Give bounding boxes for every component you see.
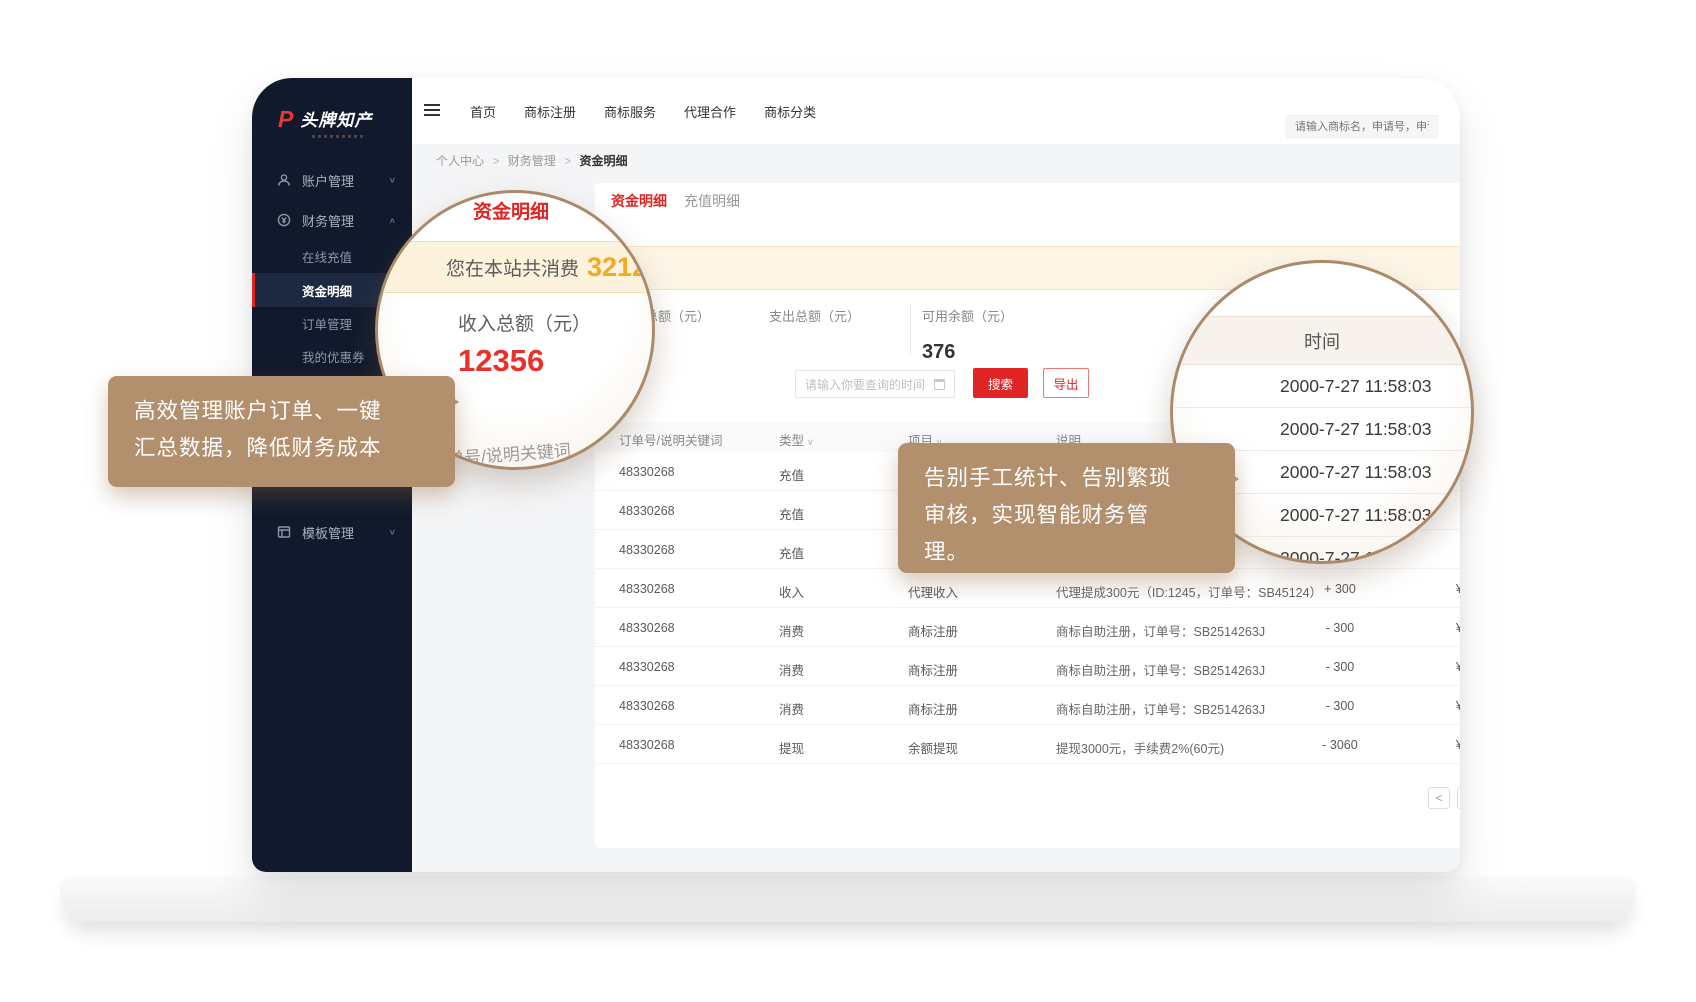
page: P 头牌知产 账户管理 ∨ 财务管理 ∨ — [0, 0, 1696, 1002]
magnified-tab-label: 资金明细 — [473, 197, 549, 224]
nav-trademark-register[interactable]: 商标注册 — [524, 102, 576, 121]
template-icon — [276, 524, 292, 540]
breadcrumb-separator: > — [492, 154, 499, 168]
user-icon — [276, 172, 292, 188]
table-row[interactable]: 48330268消费商标注册商标自助注册，订单号：SB2514263J- 300… — [595, 686, 1460, 725]
pagination: < 1 2 3 4 5 > — [1428, 787, 1460, 809]
col-order: 订单号/说明关键词 — [619, 430, 722, 449]
topbar: 首页 商标注册 商标服务 代理合作 商标分类 — [412, 78, 1460, 144]
callout-line: 汇总数据，降低财务成本 — [134, 430, 429, 467]
sidebar-subitem-label: 我的优惠券 — [302, 347, 365, 366]
magnified-consumption-banner: 您在本站共消费 32124 大 820 元 — [375, 241, 655, 293]
page-1-button[interactable]: 1 — [1457, 787, 1460, 809]
callout-line: 审核，实现智能财务管 — [924, 497, 1209, 534]
logo[interactable]: P 头牌知产 — [252, 78, 412, 131]
calendar-icon — [934, 379, 945, 390]
breadcrumb-home[interactable]: 个人中心 — [436, 154, 484, 168]
chevron-down-icon: ∨ — [389, 528, 396, 537]
sidebar-item-label: 账户管理 — [302, 171, 354, 190]
tab-funds-detail[interactable]: 资金明细 — [611, 191, 667, 211]
nav-trademark-service[interactable]: 商标服务 — [604, 102, 656, 121]
search-button[interactable]: 搜索 — [973, 368, 1028, 398]
table-row[interactable]: 48330268消费商标注册商标自助注册，订单号：SB2514263J- 300… — [595, 647, 1460, 686]
expense-label: 支出总额（元） — [769, 306, 860, 325]
magnified-income-label: 收入总额（元） — [458, 309, 591, 336]
chevron-up-icon: ∨ — [389, 216, 396, 225]
sidebar-item-templates[interactable]: 模板管理 ∨ — [252, 512, 412, 552]
balance-value: 376 — [922, 341, 955, 364]
callout-left: 高效管理账户订单、一键 汇总数据，降低财务成本 — [108, 376, 455, 487]
nav-home[interactable]: 首页 — [470, 102, 496, 121]
magnified-time-row: 2000-7-27 11:58:03 — [1170, 365, 1474, 408]
nav-agent-cooperation[interactable]: 代理合作 — [684, 102, 736, 121]
logo-text: 头牌知产 — [300, 106, 372, 131]
table-row[interactable]: 48330268提现余额提现提现3000元，手续费2%(60元)- 3060¥ … — [595, 725, 1460, 764]
laptop-base — [60, 876, 1636, 922]
chevron-down-icon: ∨ — [389, 176, 396, 185]
callout-line: 高效管理账户订单、一键 — [134, 393, 429, 430]
table-row[interactable]: 48330268消费商标注册商标自助注册，订单号：SB2514263J- 300… — [595, 608, 1460, 647]
sidebar-item-label: 模板管理 — [302, 523, 354, 542]
breadcrumb-finance[interactable]: 财务管理 — [508, 154, 556, 168]
sidebar-item-account[interactable]: 账户管理 ∨ — [252, 160, 412, 200]
date-placeholder: 请输入你要查询的时间 — [805, 376, 925, 393]
sidebar-item-label: 财务管理 — [302, 211, 354, 230]
sidebar-item-finance[interactable]: 财务管理 ∨ — [252, 200, 412, 240]
finance-icon — [276, 212, 292, 228]
col-type[interactable]: 类型∨ — [779, 430, 814, 449]
magnified-income-value: 12356 — [458, 343, 544, 379]
sort-caret-icon: ∨ — [807, 437, 814, 447]
search-input[interactable] — [1286, 115, 1438, 138]
callout-right: 告别手工统计、告别繁琐 审核，实现智能财务管 理。 — [898, 443, 1235, 573]
sidebar-subitem-label: 资金明细 — [302, 281, 352, 300]
balance-label: 可用余额（元） — [922, 306, 1013, 325]
sidebar-subitem-label: 在线充值 — [302, 247, 352, 266]
callout-line: 理。 — [924, 534, 1209, 571]
logo-icon: P — [278, 109, 293, 129]
breadcrumb: 个人中心 > 财务管理 > 资金明细 — [436, 152, 627, 169]
banner-amount: 32124 — [587, 252, 655, 283]
magnified-time-header: 时间 — [1170, 316, 1474, 365]
nav-trademark-category[interactable]: 商标分类 — [764, 102, 816, 121]
banner-prefix: 您在本站共消费 — [446, 254, 579, 281]
table-row[interactable]: 48330268收入代理收入代理提成300元（ID:1245，订单号：SB451… — [595, 569, 1460, 608]
date-range-input[interactable]: 请输入你要查询的时间 — [795, 370, 955, 398]
tab-recharge-detail[interactable]: 充值明细 — [684, 191, 740, 211]
breadcrumb-current: 资金明细 — [579, 154, 627, 168]
hamburger-menu-icon[interactable] — [424, 104, 440, 116]
logo-tagline — [312, 135, 364, 138]
sidebar-subitem-label: 订单管理 — [302, 314, 352, 333]
stats-divider — [910, 303, 911, 355]
breadcrumb-separator: > — [564, 154, 571, 168]
export-button[interactable]: 导出 — [1043, 368, 1089, 398]
top-navigation: 首页 商标注册 商标服务 代理合作 商标分类 — [470, 78, 816, 144]
page-prev-button[interactable]: < — [1428, 787, 1450, 809]
callout-line: 告别手工统计、告别繁琐 — [924, 460, 1209, 497]
